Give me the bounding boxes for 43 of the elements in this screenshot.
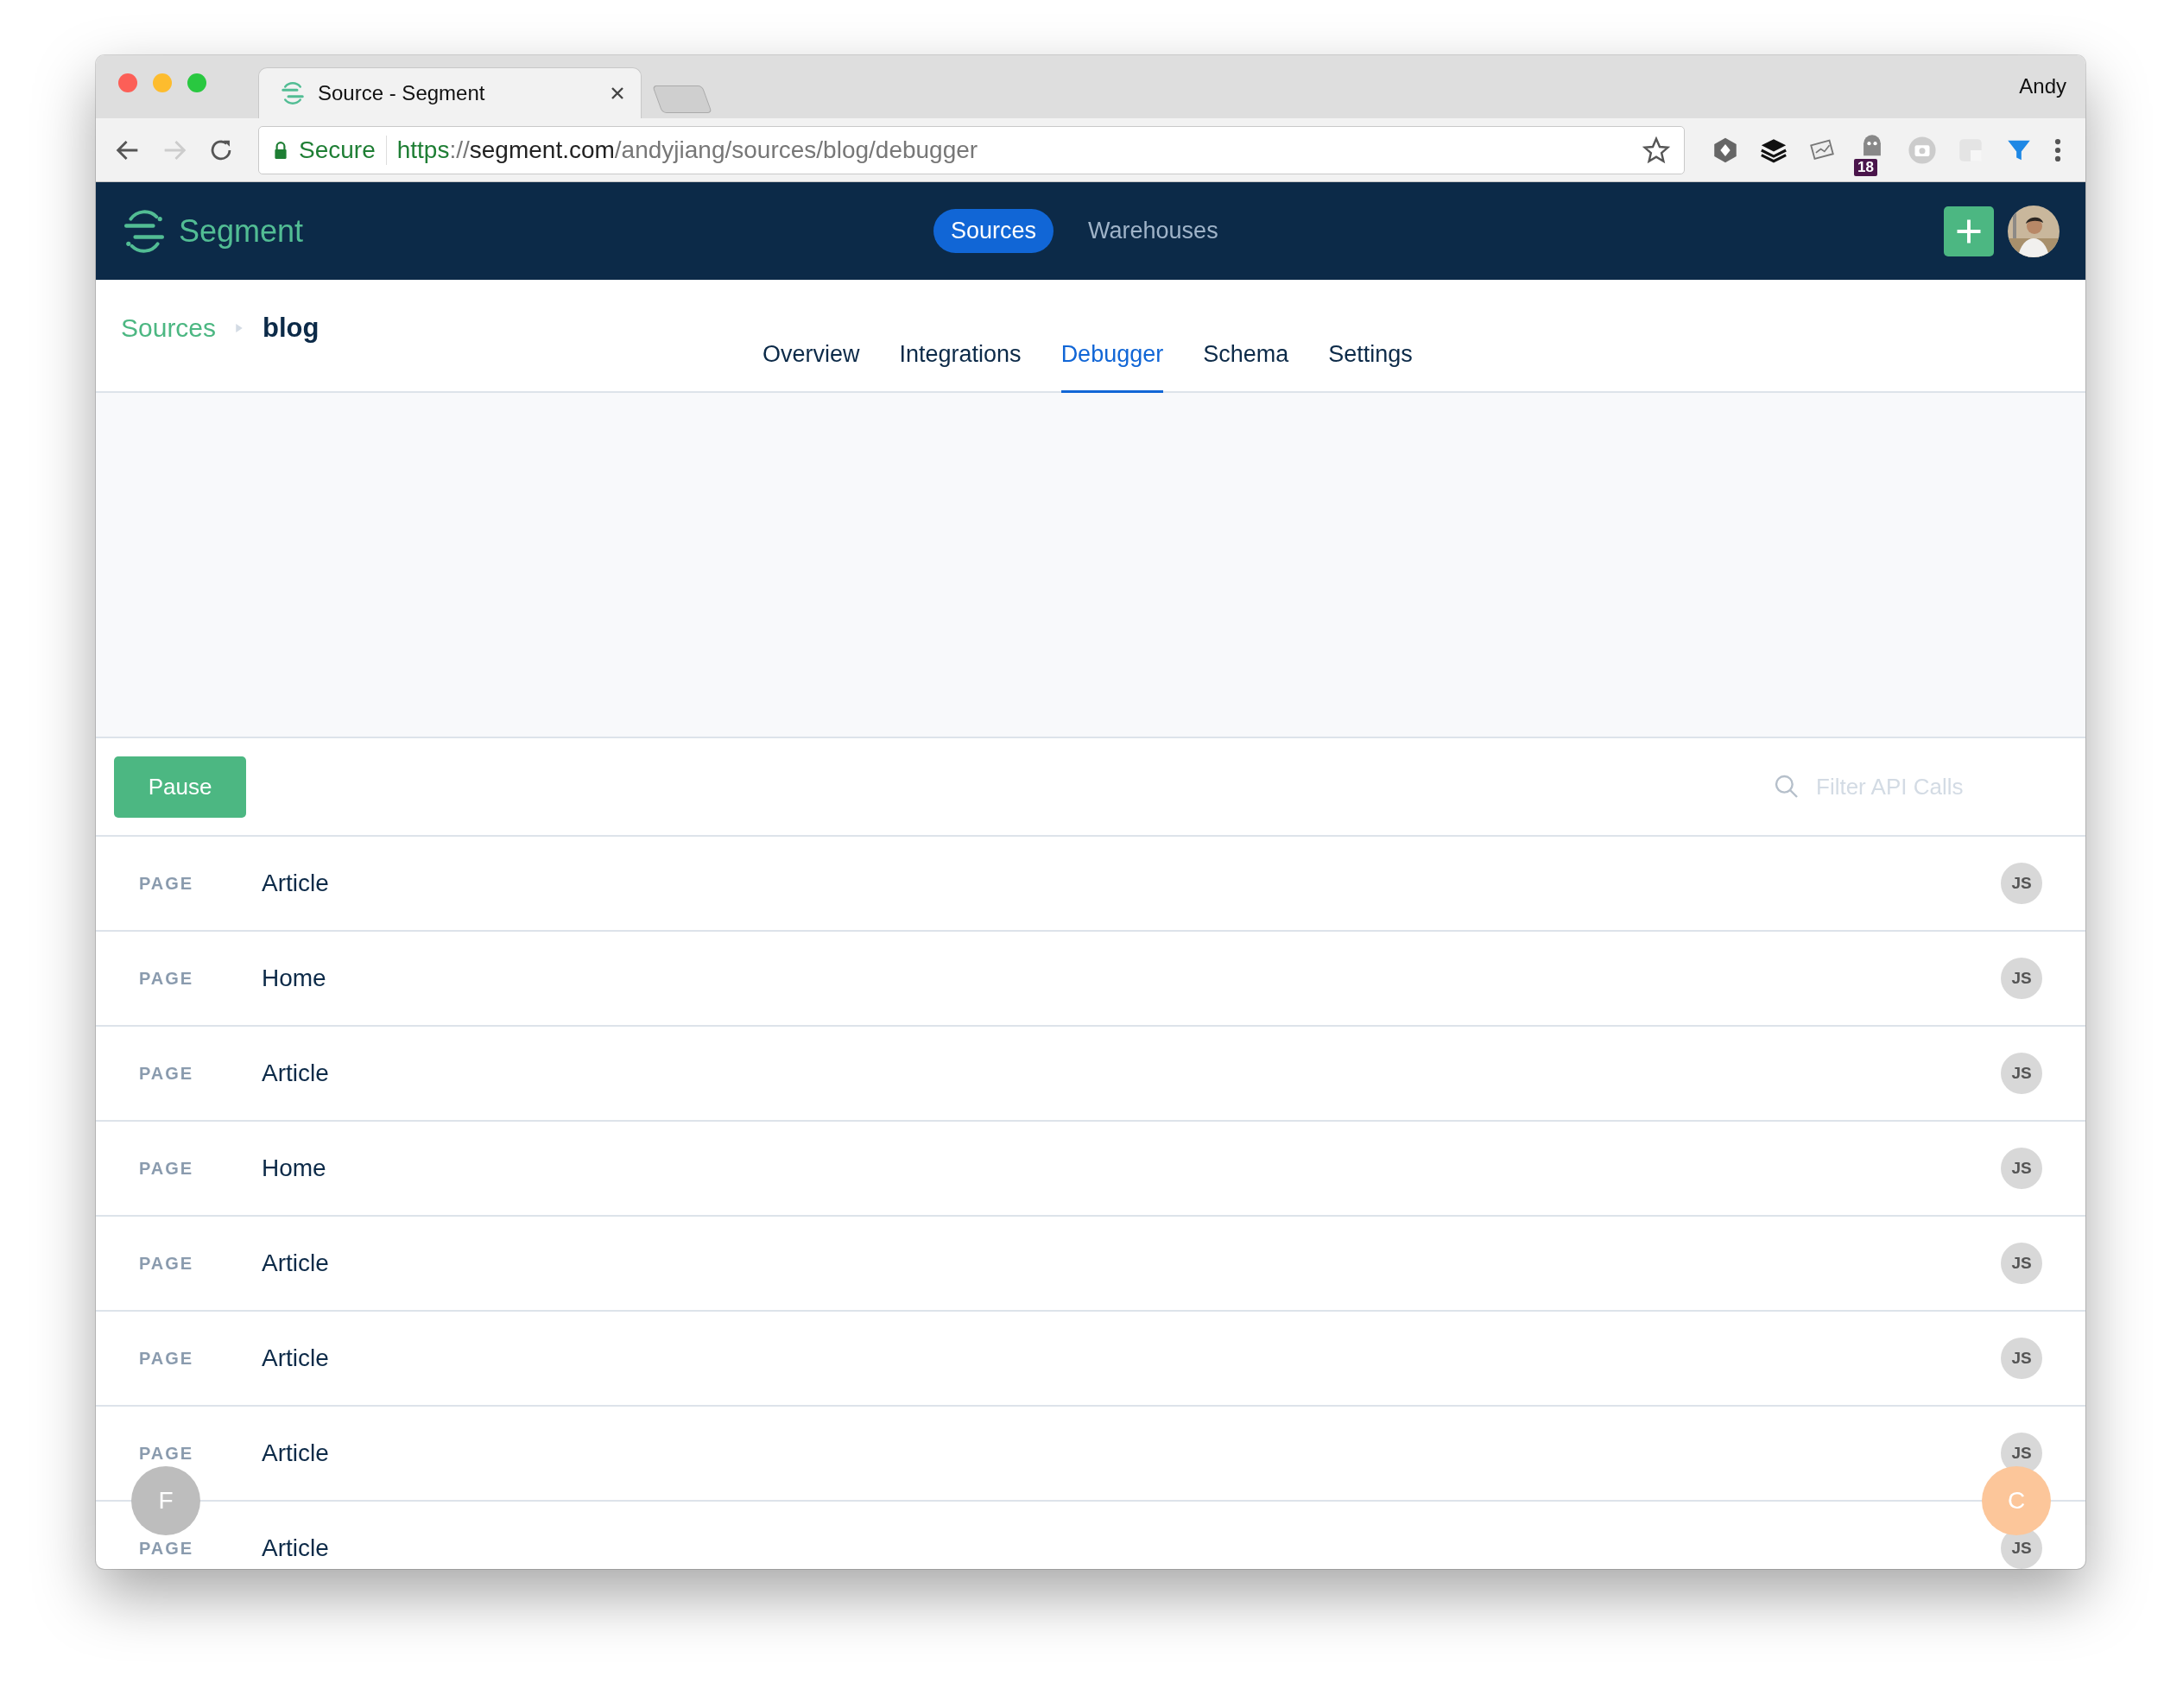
- event-type: PAGE: [139, 1253, 195, 1274]
- event-type: PAGE: [139, 873, 195, 894]
- lock-icon: [273, 140, 288, 160]
- event-type: PAGE: [139, 1538, 195, 1559]
- library-badge: JS: [2001, 1243, 2042, 1284]
- event-name[interactable]: Article: [262, 1439, 329, 1467]
- page-tab[interactable]: Integrations: [899, 341, 1022, 393]
- profile-name[interactable]: Andy: [2019, 74, 2066, 98]
- extension-badge: 18: [1854, 158, 1877, 176]
- event-name[interactable]: Article: [262, 870, 329, 897]
- address-bar[interactable]: Secure https://segment.com/andyjiang/sources/blog/debugger: [258, 125, 1685, 174]
- event-name[interactable]: Article: [262, 1060, 329, 1087]
- segment-logo-icon: [122, 208, 167, 254]
- library-badge: JS: [2001, 958, 2042, 999]
- event-type: PAGE: [139, 1158, 195, 1179]
- page-tab[interactable]: Overview: [762, 341, 860, 393]
- add-button[interactable]: [1944, 206, 1994, 256]
- breadcrumb-current: blog: [263, 312, 320, 344]
- secure-label: Secure: [299, 136, 376, 164]
- browser-tab[interactable]: Source - Segment: [258, 67, 642, 118]
- nav-link[interactable]: Warehouses: [1071, 209, 1236, 253]
- event-type: PAGE: [139, 1063, 195, 1084]
- page-tab[interactable]: Schema: [1203, 341, 1289, 393]
- event-name[interactable]: Article: [262, 1249, 329, 1277]
- event-name[interactable]: Home: [262, 1154, 326, 1182]
- close-icon[interactable]: [610, 85, 625, 101]
- library-badge: JS: [2001, 1338, 2042, 1379]
- event-type: PAGE: [139, 1348, 195, 1369]
- event-name[interactable]: Article: [262, 1534, 329, 1562]
- nav-link[interactable]: Sources: [933, 209, 1054, 253]
- logo-text[interactable]: Segment: [179, 212, 304, 250]
- library-badge: JS: [2001, 1053, 2042, 1094]
- bookmark-star-icon[interactable]: [1642, 136, 1670, 164]
- event-name[interactable]: Home: [262, 965, 326, 992]
- event-type: PAGE: [139, 968, 195, 989]
- library-badge: JS: [2001, 1148, 2042, 1189]
- event-name[interactable]: Article: [262, 1344, 329, 1372]
- event-type: PAGE: [139, 1443, 195, 1464]
- chevron-icon: [235, 321, 244, 334]
- segment-logo-icon: [280, 80, 306, 106]
- url-text: https://segment.com/andyjiang/sources/blog/debugger: [396, 136, 979, 164]
- library-badge: JS: [2001, 863, 2042, 904]
- page-tab[interactable]: Settings: [1328, 341, 1413, 393]
